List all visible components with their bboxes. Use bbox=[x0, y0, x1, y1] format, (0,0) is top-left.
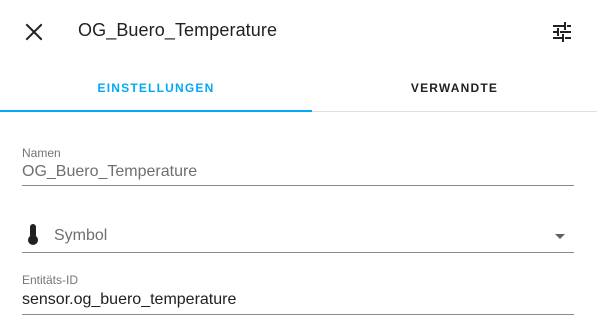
tab-einstellungen[interactable]: EINSTELLUNGEN bbox=[0, 64, 312, 112]
dialog-header: OG_Buero_Temperature bbox=[0, 0, 597, 64]
entity-id-value[interactable]: sensor.og_buero_temperature bbox=[22, 291, 236, 309]
field-underline bbox=[22, 185, 574, 186]
advanced-settings-button[interactable] bbox=[542, 12, 582, 52]
entity-id-label: Entitäts-ID bbox=[22, 273, 79, 287]
dialog-title: OG_Buero_Temperature bbox=[78, 20, 278, 40]
thermometer-icon bbox=[28, 224, 38, 245]
tab-bar: EINSTELLUNGEN VERWANDTE bbox=[0, 64, 597, 112]
field-underline bbox=[22, 314, 574, 315]
name-field-value[interactable]: OG_Buero_Temperature bbox=[22, 163, 197, 181]
icon-picker-placeholder: Symbol bbox=[54, 227, 108, 244]
active-tab-indicator bbox=[0, 110, 312, 112]
tune-icon bbox=[553, 22, 571, 42]
icon-picker[interactable]: Symbol bbox=[22, 212, 574, 254]
tab-verwandte[interactable]: VERWANDTE bbox=[312, 64, 597, 111]
close-icon bbox=[25, 23, 43, 41]
close-button[interactable] bbox=[14, 12, 54, 52]
chevron-down-icon[interactable] bbox=[554, 234, 566, 240]
name-field-label: Namen bbox=[22, 146, 61, 160]
field-underline bbox=[22, 252, 574, 253]
entity-settings-dialog: OG_Buero_Temperature EINSTELLUNGEN VERWA… bbox=[0, 0, 597, 334]
name-field[interactable]: Namen OG_Buero_Temperature bbox=[22, 140, 574, 188]
tab-label: EINSTELLUNGEN bbox=[97, 80, 215, 95]
entity-id-field[interactable]: Entitäts-ID sensor.og_buero_temperature bbox=[22, 268, 574, 316]
tab-label: VERWANDTE bbox=[410, 80, 499, 95]
